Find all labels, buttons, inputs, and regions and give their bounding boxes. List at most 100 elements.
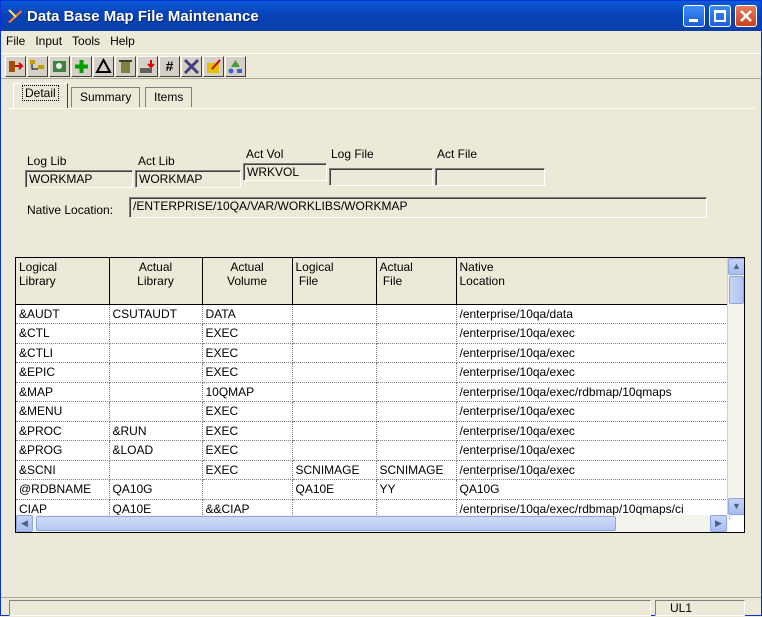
- vertical-scrollbar[interactable]: ▲ ▼: [727, 258, 744, 516]
- table-cell[interactable]: [376, 440, 457, 461]
- exit-icon[interactable]: [5, 56, 26, 77]
- log-lib-field[interactable]: WORKMAP: [25, 170, 133, 188]
- table-cell[interactable]: SCNIMAGE: [376, 460, 457, 480]
- import-icon[interactable]: [137, 56, 158, 77]
- table-cell[interactable]: CSUTAUDT: [109, 304, 203, 324]
- table-cell[interactable]: [292, 401, 377, 422]
- table-row[interactable]: &MAP 10QMAP/enterprise/10qa/exec/rdbmap/1…: [16, 382, 730, 402]
- table-cell[interactable]: [109, 401, 203, 422]
- scroll-right-button[interactable]: ▶: [710, 515, 727, 532]
- table-cell[interactable]: [109, 362, 203, 383]
- table-cell[interactable]: &RUN: [109, 421, 203, 441]
- shapes-icon[interactable]: [225, 56, 246, 77]
- table-cell[interactable]: &SCNI: [16, 460, 110, 480]
- act-lib-field[interactable]: WORKMAP: [135, 170, 241, 188]
- table-cell[interactable]: [109, 323, 203, 344]
- table-cell[interactable]: [292, 362, 377, 383]
- table-row[interactable]: @RDBNAME QA10G QA10E YY QA10G: [16, 479, 730, 500]
- table-cell[interactable]: [109, 382, 203, 402]
- table-row[interactable]: &PROC &RUN EXEC/enterprise/10qa/exec: [16, 421, 730, 441]
- table-row[interactable]: &CTL EXEC/enterprise/10qa/exec: [16, 323, 730, 344]
- table-cell[interactable]: [109, 460, 203, 480]
- table-cell[interactable]: &PROC: [16, 421, 110, 441]
- table-cell[interactable]: [376, 304, 457, 324]
- table-cell[interactable]: [292, 304, 377, 324]
- table-cell[interactable]: YY: [376, 479, 457, 500]
- table-cell[interactable]: [109, 343, 203, 363]
- edit-icon[interactable]: [203, 56, 224, 77]
- col-actual-volume[interactable]: Actual Volume: [202, 258, 293, 305]
- table-cell[interactable]: &MAP: [16, 382, 110, 402]
- minimize-button[interactable]: [683, 5, 705, 27]
- tools-icon[interactable]: [181, 56, 202, 77]
- table-cell[interactable]: /enterprise/10qa/exec: [456, 460, 730, 480]
- table-row[interactable]: &AUDT CSUTAUDT DATA/enterprise/10qa/data: [16, 304, 730, 324]
- hash-icon[interactable]: #: [159, 56, 180, 77]
- table-cell[interactable]: EXEC: [202, 401, 293, 422]
- table-cell[interactable]: [292, 382, 377, 402]
- table-cell[interactable]: [376, 382, 457, 402]
- table-cell[interactable]: &MENU: [16, 401, 110, 422]
- vertical-scroll-thumb[interactable]: [729, 276, 744, 304]
- table-row[interactable]: &SCNI EXEC SCNIMAGE SCNIMAGE/enterprise/10q…: [16, 460, 730, 480]
- scroll-down-button[interactable]: ▼: [728, 498, 744, 515]
- table-cell[interactable]: /enterprise/10qa/data: [456, 304, 730, 324]
- table-cell[interactable]: [292, 323, 377, 344]
- scroll-up-button[interactable]: ▲: [728, 258, 744, 275]
- table-cell[interactable]: [376, 343, 457, 363]
- delete-icon[interactable]: [115, 56, 136, 77]
- table-cell[interactable]: [376, 401, 457, 422]
- table-cell[interactable]: QA10E: [292, 479, 377, 500]
- tab-items[interactable]: Items: [145, 87, 193, 107]
- table-cell[interactable]: QA10G: [456, 479, 730, 500]
- col-actual-library[interactable]: Actual Library: [109, 258, 203, 305]
- menu-input[interactable]: Input: [30, 31, 67, 51]
- map-icon[interactable]: [49, 56, 70, 77]
- horizontal-scrollbar[interactable]: ◀ ▶: [16, 515, 728, 532]
- col-native-location[interactable]: Native Location: [456, 258, 730, 305]
- tree-icon[interactable]: [27, 56, 48, 77]
- native-location-field[interactable]: /ENTERPRISE/10QA/VAR/WORKLIBS/WORKMAP: [129, 197, 707, 218]
- table-cell[interactable]: [292, 440, 377, 461]
- col-logical-library[interactable]: Logical Library: [16, 258, 110, 305]
- act-file-field[interactable]: [435, 168, 545, 186]
- menu-tools[interactable]: Tools: [67, 31, 105, 51]
- table-cell[interactable]: /enterprise/10qa/exec: [456, 401, 730, 422]
- maximize-button[interactable]: [709, 5, 731, 27]
- menu-help[interactable]: Help: [105, 31, 140, 51]
- act-vol-field[interactable]: WRKVOL: [243, 163, 327, 181]
- menu-file[interactable]: File: [1, 31, 30, 51]
- table-cell[interactable]: /enterprise/10qa/exec/rdbmap/10qmaps: [456, 382, 730, 402]
- table-cell[interactable]: &PROG: [16, 440, 110, 461]
- table-cell[interactable]: EXEC: [202, 362, 293, 383]
- tab-summary[interactable]: Summary: [71, 87, 141, 107]
- table-cell[interactable]: /enterprise/10qa/exec: [456, 323, 730, 344]
- table-row[interactable]: &CTLI EXEC/enterprise/10qa/exec: [16, 343, 730, 363]
- table-cell[interactable]: EXEC: [202, 440, 293, 461]
- table-cell[interactable]: EXEC: [202, 421, 293, 441]
- table-cell[interactable]: @RDBNAME: [16, 479, 110, 500]
- table-cell[interactable]: /enterprise/10qa/exec: [456, 343, 730, 363]
- horizontal-scroll-thumb[interactable]: [36, 516, 616, 531]
- table-cell[interactable]: [376, 421, 457, 441]
- table-cell[interactable]: 10QMAP: [202, 382, 293, 402]
- map-grid[interactable]: Logical Library Actual Library Actual Volum…: [15, 257, 745, 533]
- table-cell[interactable]: [292, 343, 377, 363]
- table-cell[interactable]: &CTLI: [16, 343, 110, 363]
- table-cell[interactable]: DATA: [202, 304, 293, 324]
- triangle-icon[interactable]: [93, 56, 114, 77]
- table-cell[interactable]: &EPIC: [16, 362, 110, 383]
- table-cell[interactable]: /enterprise/10qa/exec: [456, 362, 730, 383]
- table-cell[interactable]: [376, 323, 457, 344]
- table-cell[interactable]: &AUDT: [16, 304, 110, 324]
- table-cell[interactable]: [202, 479, 293, 500]
- table-row[interactable]: &PROG &LOAD EXEC/enterprise/10qa/exec: [16, 440, 730, 461]
- col-actual-file[interactable]: Actual File: [376, 258, 457, 305]
- table-cell[interactable]: [376, 362, 457, 383]
- tab-detail[interactable]: Detail: [13, 83, 68, 109]
- table-cell[interactable]: [292, 421, 377, 441]
- table-cell[interactable]: /enterprise/10qa/exec: [456, 440, 730, 461]
- table-cell[interactable]: EXEC: [202, 343, 293, 363]
- close-button[interactable]: [735, 5, 757, 27]
- col-logical-file[interactable]: Logical File: [292, 258, 377, 305]
